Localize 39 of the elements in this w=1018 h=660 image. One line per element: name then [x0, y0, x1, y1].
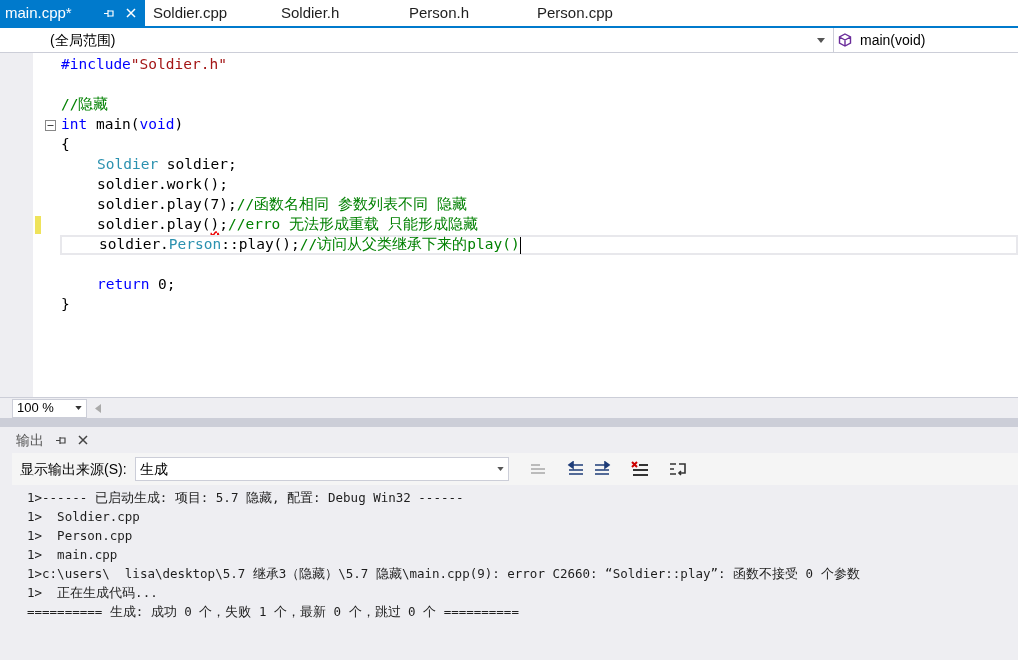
output-source-dropdown[interactable]: 生成: [134, 457, 509, 481]
output-line: 1> 正在生成代码...: [27, 584, 159, 602]
output-line: ========== 生成: 成功 0 个，失败 1 个，最新 0 个，跳过 0 个 ==========: [27, 603, 520, 621]
word-wrap-icon[interactable]: [668, 461, 687, 477]
output-tab[interactable]: 输出: [12, 427, 92, 453]
output-source-label: 显示输出来源(S):: [20, 459, 127, 479]
code-line: //隐藏: [61, 95, 109, 115]
pin-icon[interactable]: [56, 435, 66, 445]
scope-dropdown[interactable]: (全局范围): [12, 28, 834, 52]
code-line: Soldier soldier;: [97, 155, 237, 175]
clear-all-icon[interactable]: [630, 461, 649, 477]
collapse-icon[interactable]: [45, 119, 56, 131]
caret-icon: [75, 406, 82, 410]
code-line: soldier.work();: [97, 175, 228, 195]
zoom-dropdown[interactable]: 100 %: [12, 398, 87, 418]
previous-message-icon[interactable]: [566, 461, 585, 477]
caret-icon: [817, 37, 825, 43]
close-icon[interactable]: [78, 435, 88, 445]
file-tab[interactable]: Person.h: [401, 0, 529, 26]
code-line: soldier.Person::play();//访问从父类继承下来的play(): [99, 235, 520, 255]
file-tab[interactable]: Soldier.h: [273, 0, 401, 26]
code-line: {: [61, 135, 70, 155]
file-tab[interactable]: Person.cpp: [529, 0, 657, 26]
next-message-icon[interactable]: [592, 461, 611, 477]
file-tab[interactable]: Soldier.cpp: [145, 0, 273, 26]
code-line: #include"Soldier.h": [61, 55, 227, 75]
output-line: 1> Person.cpp: [27, 527, 134, 545]
code-line: }: [61, 295, 70, 315]
code-line: return 0;: [97, 275, 176, 295]
code-line: int main(void): [61, 115, 184, 135]
output-line: 1>------ 已启动生成: 项目: 5.7 隐藏, 配置: Debug Win32 ------: [27, 489, 465, 507]
output-line: 1> main.cpp: [27, 546, 119, 564]
cube-icon: [838, 33, 852, 47]
output-line: 1> Soldier.cpp: [27, 508, 141, 526]
code-line: soldier.play(7);//函数名相同 参数列表不同 隐藏: [97, 195, 467, 215]
code-line: soldier.play();//erro 无法形成重载 只能形成隐藏: [97, 215, 478, 235]
member-dropdown[interactable]: main(void): [834, 28, 1018, 52]
output-line: 1>c:\users\ lisa\desktop\5.7 继承3（隐藏）\5.7 隐藏\main.cpp(9): error C2660: “Soldier::play”: 函数不接受 0 个参数: [27, 565, 861, 583]
caret-icon: [496, 467, 504, 471]
